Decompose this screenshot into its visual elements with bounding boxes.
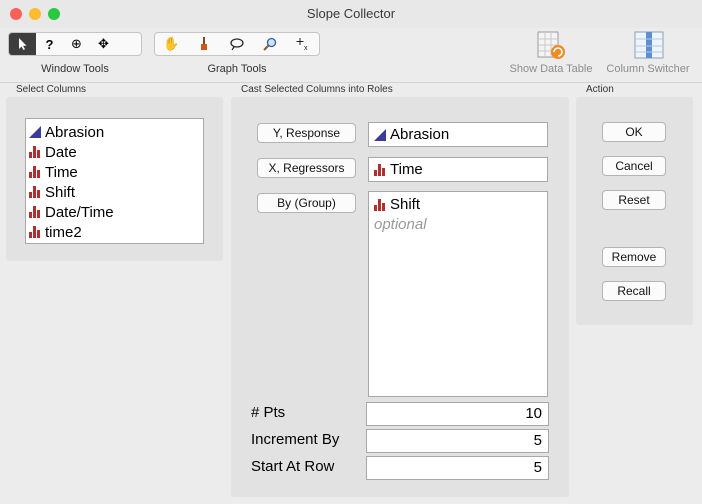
by-group-field[interactable]: Shift optional bbox=[368, 191, 548, 397]
start-row-input[interactable]: 5 bbox=[366, 456, 549, 480]
ok-button[interactable]: OK bbox=[602, 122, 666, 142]
magnifier-tool-button[interactable] bbox=[253, 33, 286, 55]
column-item-date-time[interactable]: Date/Time bbox=[26, 202, 203, 222]
pts-input[interactable]: 10 bbox=[366, 402, 549, 426]
column-item-date[interactable]: Date bbox=[26, 142, 203, 162]
brush-tool-button[interactable] bbox=[188, 33, 221, 55]
y-response-field[interactable]: Abrasion bbox=[368, 122, 548, 147]
continuous-icon bbox=[374, 128, 386, 141]
x-regressors-field[interactable]: Time bbox=[368, 157, 548, 182]
window-tools-label: Window Tools bbox=[41, 63, 109, 75]
column-switcher-label: Column Switcher bbox=[606, 63, 690, 75]
nominal-icon bbox=[29, 166, 40, 178]
cast-roles-label: Cast Selected Columns into Roles bbox=[241, 84, 393, 95]
graph-tools-label: Graph Tools bbox=[207, 63, 267, 75]
continuous-icon bbox=[29, 126, 41, 138]
hand-tool-button[interactable]: ✋ bbox=[155, 33, 188, 55]
column-switcher-button[interactable] bbox=[632, 30, 666, 62]
column-item-time2[interactable]: time2 bbox=[26, 222, 203, 242]
x-regressors-button[interactable]: X, Regressors bbox=[257, 158, 356, 178]
by-group-placeholder: optional bbox=[374, 216, 427, 233]
svg-text:x: x bbox=[304, 45, 308, 51]
lasso-icon bbox=[230, 38, 244, 50]
move-tool-button[interactable]: ✥ bbox=[90, 33, 117, 55]
annotate-tool-button[interactable]: x bbox=[286, 33, 319, 55]
action-label: Action bbox=[586, 84, 614, 95]
window-tools-group: ? ⊕ ✥ bbox=[8, 32, 142, 56]
cancel-button[interactable]: Cancel bbox=[602, 156, 666, 176]
arrow-icon bbox=[18, 38, 26, 50]
hand-icon: ✋ bbox=[163, 36, 180, 51]
increment-input[interactable]: 5 bbox=[366, 429, 549, 453]
crosshair-tool-button[interactable]: ⊕ bbox=[63, 33, 90, 55]
column-item-abrasion[interactable]: Abrasion bbox=[26, 122, 203, 142]
window-title: Slope Collector bbox=[306, 6, 396, 21]
help-tool-button[interactable]: ? bbox=[36, 33, 63, 55]
show-data-table-label: Show Data Table bbox=[509, 63, 593, 75]
show-data-table-button[interactable] bbox=[534, 30, 568, 62]
nominal-icon bbox=[29, 206, 40, 218]
column-list[interactable]: Abrasion Date Time Shift Date/Time time2 bbox=[25, 118, 204, 244]
move-icon: ✥ bbox=[98, 36, 109, 51]
increment-label: Increment By bbox=[251, 431, 340, 448]
help-icon: ? bbox=[45, 36, 54, 52]
nominal-icon bbox=[29, 226, 40, 238]
nominal-icon bbox=[374, 198, 385, 211]
select-columns-label: Select Columns bbox=[16, 84, 87, 95]
data-table-icon bbox=[537, 31, 565, 59]
magnifier-icon bbox=[263, 37, 276, 51]
annotate-icon: x bbox=[296, 38, 308, 51]
brush-icon bbox=[201, 37, 208, 50]
reset-button[interactable]: Reset bbox=[602, 190, 666, 210]
y-response-button[interactable]: Y, Response bbox=[257, 123, 356, 143]
by-group-button[interactable]: By (Group) bbox=[257, 193, 356, 213]
graph-tools-group: ✋ x bbox=[154, 32, 320, 56]
nominal-icon bbox=[29, 186, 40, 198]
pts-label: # Pts bbox=[251, 404, 286, 421]
crosshair-icon: ⊕ bbox=[71, 36, 82, 51]
column-switcher-icon bbox=[634, 31, 664, 59]
column-item-time[interactable]: Time bbox=[26, 162, 203, 182]
start-row-label: Start At Row bbox=[251, 458, 335, 475]
nominal-icon bbox=[374, 163, 385, 176]
recall-button[interactable]: Recall bbox=[602, 281, 666, 301]
by-group-item-shift[interactable]: Shift bbox=[374, 195, 542, 214]
column-item-shift[interactable]: Shift bbox=[26, 182, 203, 202]
nominal-icon bbox=[29, 146, 40, 158]
lasso-tool-button[interactable] bbox=[221, 33, 254, 55]
remove-button[interactable]: Remove bbox=[602, 247, 666, 267]
arrow-tool-button[interactable] bbox=[9, 33, 36, 55]
